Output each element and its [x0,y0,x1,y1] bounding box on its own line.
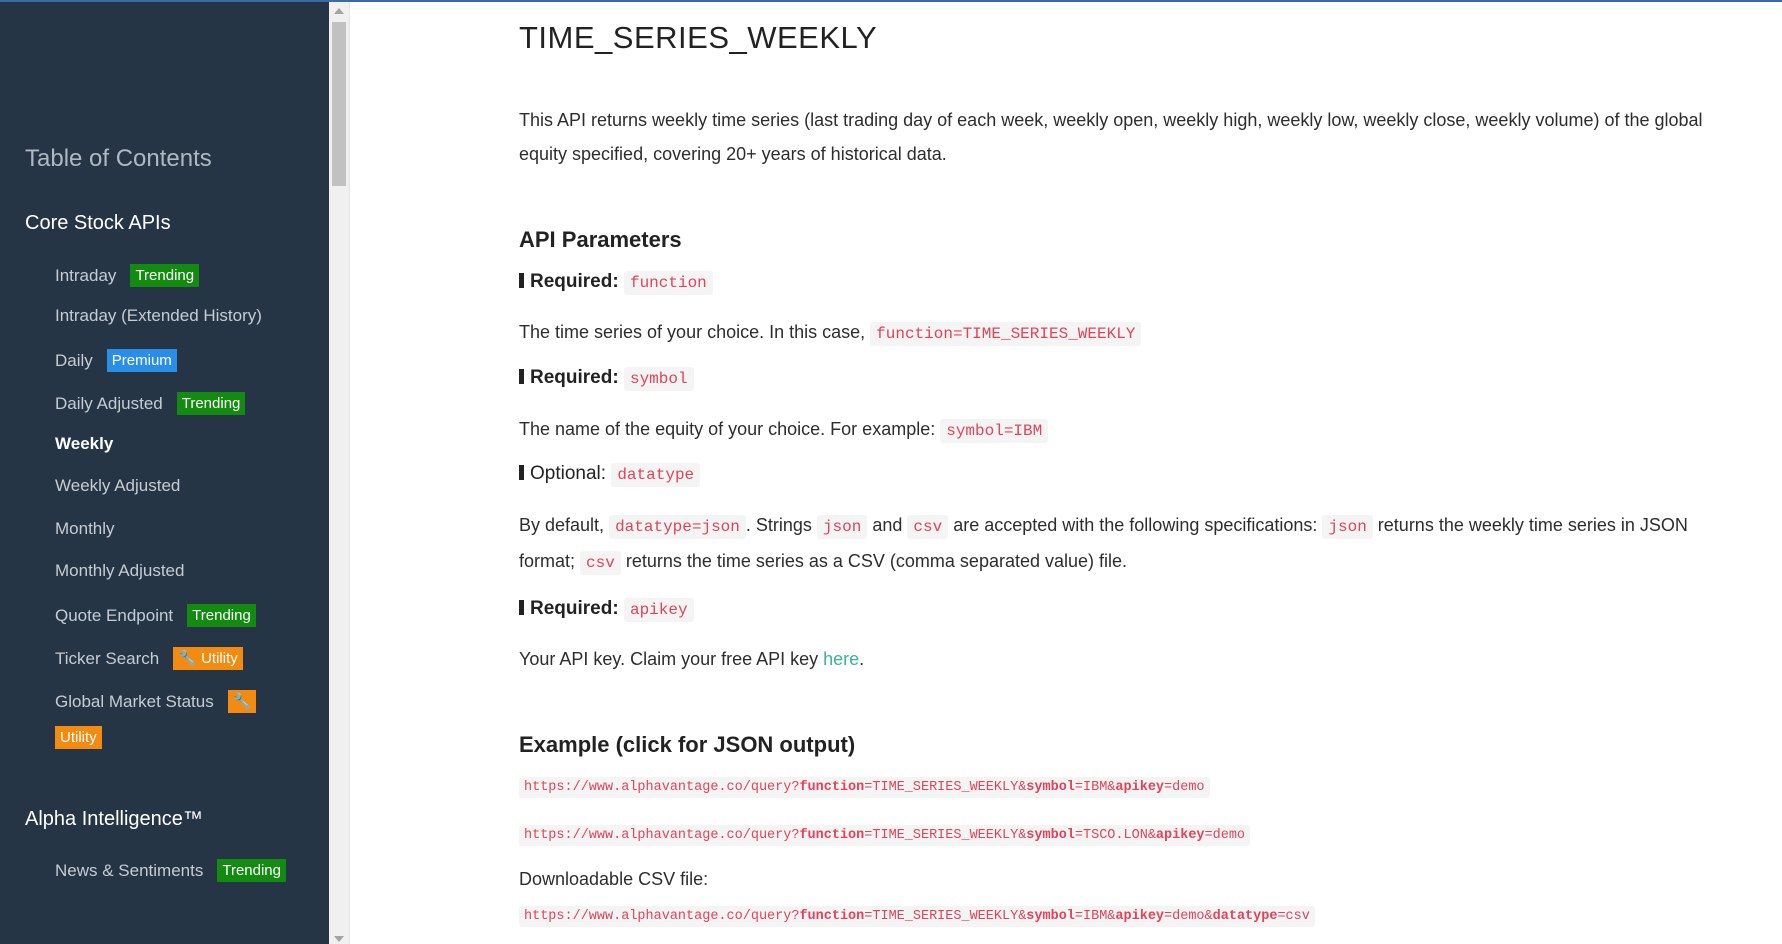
marker-bar [519,600,524,615]
scroll-up-arrow-icon[interactable] [334,8,344,14]
desc-text: The time series of your choice. In this … [519,322,871,342]
sidebar-item-weekly[interactable]: Weekly [55,434,113,454]
utility-badge: 🔧 Utility [173,647,243,670]
param-datatype-desc: By default, datatype=json. Strings json … [519,508,1704,580]
section-core-stock-apis[interactable]: Core Stock APIs [25,212,171,235]
example-url-tsco[interactable]: https://www.alphavantage.co/query?functi… [519,825,1251,846]
marker-bar [519,273,524,288]
param-name: function [623,271,713,295]
param-kind: Required: [530,598,619,619]
sidebar-item-news-sentiments[interactable]: News & Sentiments Trending [55,859,286,882]
sidebar-item-quote-endpoint[interactable]: Quote Endpoint Trending [55,604,256,627]
sidebar-item-label: Global Market Status [55,692,214,711]
sidebar: Table of Contents Core Stock APIs Intrad… [0,2,329,944]
sidebar-item-label: Ticker Search [55,649,160,668]
marker-bar [519,465,524,480]
page-title: TIME_SERIES_WEEKLY [519,20,878,55]
utility-badge: Utility [55,726,102,749]
section-alpha-intelligence[interactable]: Alpha Intelligence™ [25,808,203,831]
sidebar-item-label: Monthly Adjusted [55,561,185,580]
trending-badge: Trending [176,392,246,415]
wrench-icon: 🔧 [227,690,257,713]
toc-title: Table of Contents [25,145,212,172]
sidebar-item-daily[interactable]: Daily Premium [55,349,177,372]
trending-badge: Trending [130,264,200,287]
desc-code: csv [907,515,949,539]
sidebar-item-ticker-search[interactable]: Ticker Search 🔧 Utility [55,647,243,670]
sidebar-item-label: Daily Adjusted [55,394,163,413]
param-function-desc: The time series of your choice. In this … [519,315,1704,351]
example-url-ibm[interactable]: https://www.alphavantage.co/query?functi… [519,777,1210,798]
desc-text: . Strings [745,515,817,535]
param-apikey-desc: Your API key. Claim your free API key he… [519,642,1704,676]
desc-code: datatype=json [609,515,746,539]
param-function: Required: function [519,271,713,295]
desc-text: and [867,515,908,535]
sidebar-item-monthly-adjusted[interactable]: Monthly Adjusted [55,561,184,581]
sidebar-item-label: Weekly [55,434,114,453]
desc-code: json [1322,515,1373,539]
param-kind: Required: [530,271,619,292]
sidebar-item-label: Daily [55,351,93,370]
sidebar-item-label: Intraday (Extended History) [55,306,262,325]
desc-text: . [859,649,865,669]
claim-api-key-link[interactable]: here [823,649,859,669]
desc-text: The name of the equity of your choice. F… [519,419,941,439]
sidebar-item-label: Monthly [55,519,115,538]
sidebar-item-label: Quote Endpoint [55,606,174,625]
desc-code: json [816,515,868,539]
sidebar-scrollbar[interactable] [329,2,350,944]
param-kind: Optional: [530,463,607,484]
scroll-thumb[interactable] [332,22,346,186]
desc-text: By default, [519,515,610,535]
sidebar-item-intraday-extended[interactable]: Intraday (Extended History) [55,306,262,326]
sidebar-item-label: Intraday [55,266,117,285]
param-name: apikey [623,598,694,622]
marker-bar [519,369,524,384]
desc-text: are accepted with the following specific… [948,515,1323,535]
param-name: datatype [611,463,701,487]
sidebar-item-weekly-adjusted[interactable]: Weekly Adjusted [55,476,180,496]
api-description: This API returns weekly time series (las… [519,110,1703,164]
csv-label: Downloadable CSV file: [519,869,709,889]
desc-code: symbol=IBM [940,419,1049,443]
param-apikey: Required: apikey [519,598,694,622]
sidebar-item-label: News & Sentiments [55,861,204,880]
desc-text: Your API key. Claim your free API key [519,649,824,669]
param-datatype: Optional: datatype [519,463,701,487]
param-kind: Required: [530,367,619,388]
sidebar-item-monthly[interactable]: Monthly [55,519,115,539]
scroll-down-arrow-icon[interactable] [334,936,344,942]
param-symbol: Required: symbol [519,367,694,391]
sidebar-item-global-market-status[interactable]: Global Market Status 🔧 [55,690,257,713]
desc-code: function=TIME_SERIES_WEEKLY [870,322,1142,346]
trending-badge: Trending [187,604,256,627]
example-url-csv[interactable]: https://www.alphavantage.co/query?functi… [519,906,1315,927]
sidebar-item-intraday[interactable]: Intraday Trending [55,264,200,287]
params-heading: API Parameters [519,227,682,252]
sidebar-item-label: Weekly Adjusted [55,476,181,495]
trending-badge: Trending [217,859,286,882]
sidebar-item-daily-adjusted[interactable]: Daily Adjusted Trending [55,392,246,415]
param-symbol-desc: The name of the equity of your choice. F… [519,412,1704,448]
param-name: symbol [623,367,694,391]
desc-text: returns the time series as a CSV (comma … [620,551,1128,571]
desc-code: csv [580,551,621,575]
premium-badge: Premium [106,349,177,372]
example-heading: Example (click for JSON output) [519,732,856,757]
